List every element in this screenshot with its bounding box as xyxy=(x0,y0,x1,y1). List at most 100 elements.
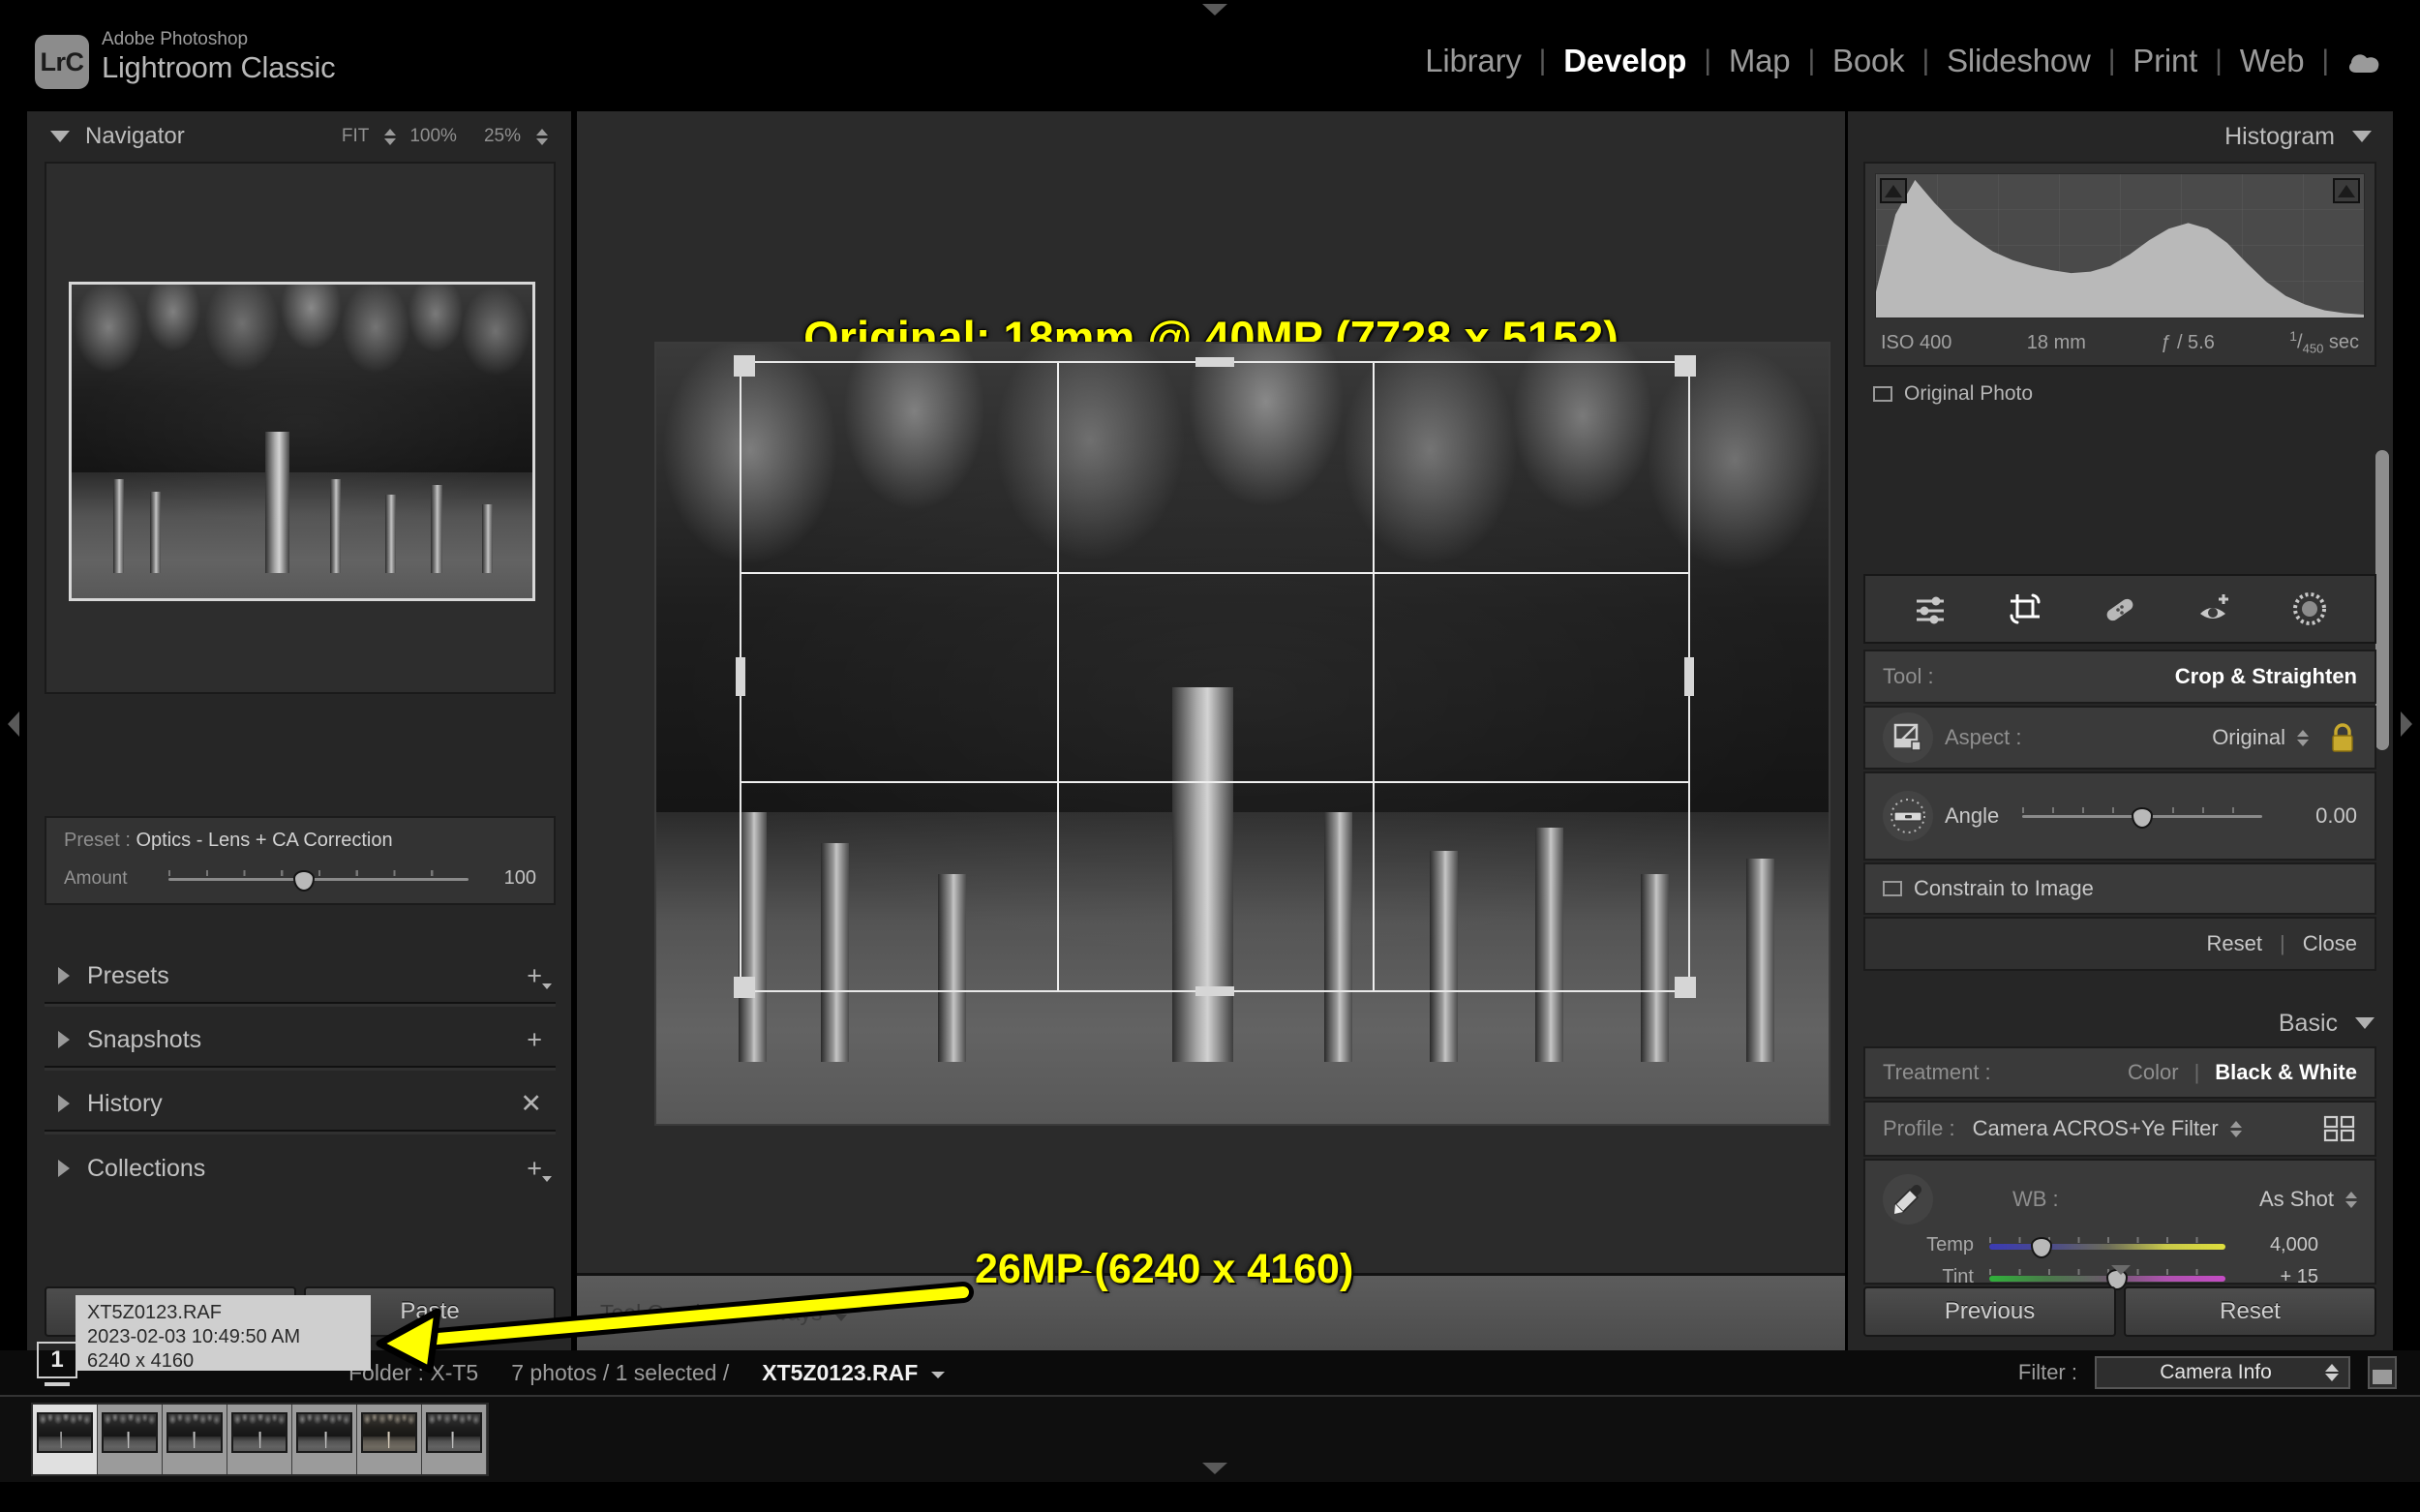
histogram-panel[interactable]: ISO 400 18 mm ƒ / 5.6 1/450 sec xyxy=(1863,162,2376,367)
navigator-thumbnail[interactable] xyxy=(69,282,535,601)
profile-value[interactable]: Camera ACROS+Ye Filter xyxy=(1973,1116,2219,1141)
filmstrip-index-badge[interactable]: 1 xyxy=(37,1342,77,1378)
chevron-down-icon[interactable] xyxy=(50,131,70,142)
list-item[interactable] xyxy=(163,1405,227,1474)
module-picker[interactable]: Library | Develop | Map | Book | Slidesh… xyxy=(1407,43,2397,79)
chevron-down-icon[interactable] xyxy=(2355,1017,2375,1029)
aspect-value[interactable]: Original xyxy=(2212,725,2285,750)
filter-select[interactable]: Camera Info xyxy=(2095,1356,2350,1389)
chevron-right-icon[interactable] xyxy=(58,967,70,984)
treatment-color-option[interactable]: Color xyxy=(2128,1060,2179,1085)
aspect-row[interactable]: Aspect : Original xyxy=(1863,706,2376,770)
filter-stepper-icon[interactable] xyxy=(2325,1364,2339,1381)
module-print[interactable]: Print xyxy=(2115,43,2215,79)
angle-row[interactable]: Angle 0.00 xyxy=(1863,771,2376,861)
histogram-header[interactable]: Histogram xyxy=(1848,111,2393,162)
tool-strip[interactable] xyxy=(1863,574,2376,644)
slider-knob[interactable] xyxy=(2132,807,2153,829)
list-item[interactable] xyxy=(357,1405,421,1474)
chevron-right-icon[interactable] xyxy=(58,1031,70,1048)
main-photo[interactable] xyxy=(654,342,1830,1126)
collapse-right-panel-icon[interactable] xyxy=(2401,711,2412,737)
treatment-bw-option[interactable]: Black & White xyxy=(2215,1060,2357,1085)
add-collection-icon[interactable]: + xyxy=(527,1154,542,1184)
navigator-header[interactable]: Navigator FIT 100% 25% xyxy=(27,111,571,162)
list-item[interactable] xyxy=(98,1405,162,1474)
collapse-top-panel-icon[interactable] xyxy=(1202,4,1227,15)
filmstrip-thumbnails[interactable] xyxy=(31,1403,489,1476)
zoom-custom-stepper-icon[interactable] xyxy=(536,129,548,145)
slider-knob[interactable] xyxy=(293,870,315,892)
zoom-fit-stepper-icon[interactable] xyxy=(384,129,396,145)
list-item[interactable] xyxy=(33,1405,97,1474)
add-preset-icon[interactable]: + xyxy=(527,961,542,991)
current-filename[interactable]: XT5Z0123.RAF xyxy=(762,1360,918,1386)
profile-browser-icon[interactable] xyxy=(2322,1114,2357,1143)
healing-brush-icon[interactable] xyxy=(2099,588,2141,630)
masking-icon[interactable] xyxy=(2288,588,2331,630)
list-item[interactable] xyxy=(227,1405,291,1474)
crop-frame-tool-icon[interactable] xyxy=(1883,712,1933,763)
tint-slider[interactable] xyxy=(1989,1269,2225,1286)
list-item[interactable] xyxy=(292,1405,356,1474)
module-book[interactable]: Book xyxy=(1815,43,1921,79)
wb-stepper-icon[interactable] xyxy=(2345,1192,2357,1208)
angle-slider[interactable] xyxy=(2022,807,2262,825)
highlight-clipping-icon[interactable] xyxy=(2333,178,2360,203)
module-map[interactable]: Map xyxy=(1711,43,1808,79)
white-balance-eyedropper-icon[interactable] xyxy=(1883,1174,1933,1225)
tool-overlay-stepper-icon[interactable] xyxy=(835,1305,847,1321)
sidebar-item-presets[interactable]: Presets + xyxy=(45,950,556,1004)
chevron-down-icon[interactable] xyxy=(2352,131,2372,142)
sidebar-item-snapshots[interactable]: Snapshots + xyxy=(45,1013,556,1068)
checkbox-icon[interactable] xyxy=(1883,881,1902,896)
clear-history-icon[interactable]: ✕ xyxy=(520,1089,542,1119)
aspect-lock-icon[interactable] xyxy=(2328,721,2357,754)
navigator-zoom-controls[interactable]: FIT 100% 25% xyxy=(328,126,548,147)
slider-knob[interactable] xyxy=(2031,1237,2052,1258)
chevron-right-icon[interactable] xyxy=(58,1160,70,1177)
crop-reset-button[interactable]: Reset xyxy=(2207,931,2262,956)
filmstrip[interactable] xyxy=(0,1395,2420,1482)
navigator-preview-box[interactable] xyxy=(45,162,556,694)
temp-slider[interactable] xyxy=(1989,1237,2225,1255)
module-web[interactable]: Web xyxy=(2223,43,2322,79)
module-develop[interactable]: Develop xyxy=(1546,43,1704,79)
temp-row[interactable]: Temp 4,000 xyxy=(1883,1234,2357,1256)
image-canvas[interactable]: Original: 18mm @ 40MP (7728 x 5152) xyxy=(577,111,1845,1273)
filter-swatch-button[interactable] xyxy=(2368,1356,2397,1389)
reset-button[interactable]: Reset xyxy=(2124,1286,2376,1337)
add-snapshot-icon[interactable]: + xyxy=(527,1025,542,1055)
list-item[interactable] xyxy=(422,1405,486,1474)
sidebar-item-history[interactable]: History ✕ xyxy=(45,1077,556,1132)
collapse-filmstrip-icon[interactable] xyxy=(1202,1463,1227,1474)
profile-stepper-icon[interactable] xyxy=(2230,1121,2242,1137)
checkbox-icon[interactable] xyxy=(1873,386,1892,402)
basic-adjust-icon[interactable] xyxy=(1909,588,1951,630)
crop-close-button[interactable]: Close xyxy=(2303,931,2357,956)
filename-dropdown-icon[interactable] xyxy=(929,1360,947,1386)
crop-straighten-icon[interactable] xyxy=(2004,588,2046,630)
amount-slider[interactable] xyxy=(168,870,469,888)
zoom-100-button[interactable]: 100% xyxy=(396,126,470,147)
module-library[interactable]: Library xyxy=(1407,43,1538,79)
histogram-plot[interactable] xyxy=(1875,173,2365,318)
basic-header[interactable]: Basic xyxy=(1848,998,2396,1048)
chevron-right-icon[interactable] xyxy=(58,1095,70,1112)
collapse-right-panel-caret-icon[interactable] xyxy=(2111,1265,2131,1275)
constrain-row[interactable]: Constrain to Image xyxy=(1863,862,2376,915)
zoom-fit-button[interactable]: FIT xyxy=(328,126,383,147)
tool-overlay-value[interactable]: Always xyxy=(752,1300,823,1326)
shadow-clipping-icon[interactable] xyxy=(1880,178,1907,203)
red-eye-icon[interactable] xyxy=(2193,588,2236,630)
original-photo-toggle[interactable]: Original Photo xyxy=(1863,373,2376,415)
wb-value[interactable]: As Shot xyxy=(2259,1187,2334,1212)
treatment-row[interactable]: Treatment : Color | Black & White xyxy=(1863,1046,2376,1099)
previous-button[interactable]: Previous xyxy=(1863,1286,2116,1337)
cloud-sync-icon[interactable] xyxy=(2329,47,2397,75)
straighten-level-icon[interactable] xyxy=(1883,791,1933,841)
zoom-custom-button[interactable]: 25% xyxy=(470,126,534,147)
right-panel-scrollbar[interactable] xyxy=(2375,450,2389,750)
collapse-left-panel-icon[interactable] xyxy=(8,711,19,737)
aspect-stepper-icon[interactable] xyxy=(2297,730,2309,746)
